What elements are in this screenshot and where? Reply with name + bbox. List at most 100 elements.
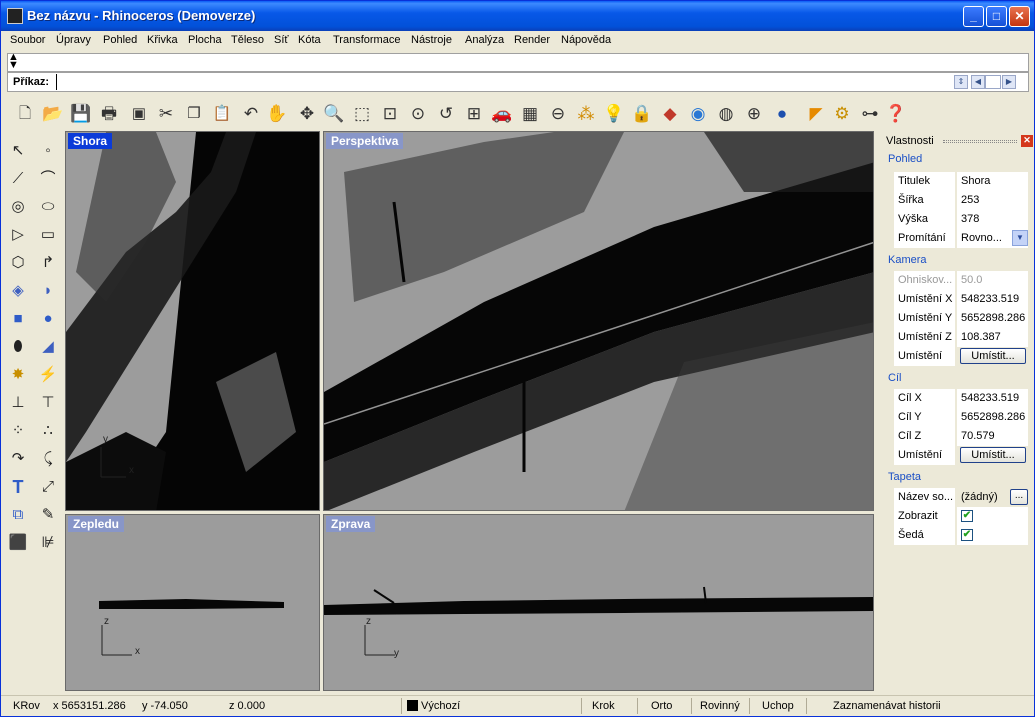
- print-icon[interactable]: 🖶: [97, 102, 121, 126]
- cylinder-icon[interactable]: ⬮: [6, 335, 30, 359]
- render-icon[interactable]: ●: [770, 102, 794, 126]
- scale-icon[interactable]: ⤹: [36, 447, 60, 471]
- prop-value-target-y[interactable]: 5652898.286: [957, 408, 1028, 427]
- status-layer[interactable]: Výchozí: [421, 700, 460, 712]
- surface-icon[interactable]: ◈: [6, 279, 30, 303]
- prop-value-camera-x[interactable]: 548233.519: [957, 290, 1028, 309]
- prop-value-width[interactable]: 253: [957, 191, 1028, 210]
- prop-value-height[interactable]: 378: [957, 210, 1028, 229]
- section-target[interactable]: Cíl: [888, 372, 901, 384]
- zoom-window-icon[interactable]: ⬚: [350, 102, 374, 126]
- menu-upravy[interactable]: Úpravy: [56, 34, 91, 46]
- fillet-icon[interactable]: ↱: [36, 251, 60, 275]
- copy-icon[interactable]: ❐: [182, 102, 206, 126]
- light-icon[interactable]: 💡: [602, 102, 626, 126]
- polygon-icon[interactable]: ⬡: [6, 251, 30, 275]
- split-icon[interactable]: ⊥: [6, 391, 30, 415]
- command-scroll-thumb[interactable]: [985, 75, 1001, 89]
- trim-icon[interactable]: ⚡: [36, 363, 60, 387]
- new-file-icon[interactable]: 🗋: [13, 102, 37, 126]
- arc-icon[interactable]: ▷: [6, 223, 30, 247]
- menu-napoveda[interactable]: Nápověda: [561, 34, 611, 46]
- menu-krivka[interactable]: Křivka: [147, 34, 178, 46]
- status-snap[interactable]: Krok: [592, 700, 615, 712]
- viewport-top[interactable]: Shora x y: [65, 131, 320, 511]
- layer-color-swatch[interactable]: [407, 700, 418, 711]
- gear-icon[interactable]: ⚙: [830, 102, 854, 126]
- viewport-perspective[interactable]: Perspektiva: [323, 131, 874, 511]
- solid-box-icon[interactable]: ⬛: [6, 531, 30, 555]
- edit-icon[interactable]: ✎: [36, 503, 60, 527]
- command-history[interactable]: ▲ ▼: [7, 52, 1029, 72]
- lock-icon[interactable]: 🔒: [630, 102, 654, 126]
- undo-view-icon[interactable]: ↺: [434, 102, 458, 126]
- group-icon[interactable]: ⁘: [6, 419, 30, 443]
- cut-icon[interactable]: ✂: [154, 102, 178, 126]
- prop-value-camera-z[interactable]: 108.387: [957, 328, 1028, 347]
- command-input[interactable]: [56, 74, 951, 90]
- block-icon[interactable]: ⧉: [6, 503, 30, 527]
- viewport-right[interactable]: Zprava y z: [323, 514, 874, 691]
- maximize-button[interactable]: □: [986, 6, 1007, 27]
- menu-render[interactable]: Render: [514, 34, 550, 46]
- paste-icon[interactable]: 📋: [210, 102, 234, 126]
- menu-plocha[interactable]: Plocha: [188, 34, 222, 46]
- section-camera[interactable]: Kamera: [888, 254, 927, 266]
- chevron-down-icon[interactable]: ▼: [1012, 230, 1028, 246]
- rectangle-icon[interactable]: ▭: [36, 223, 60, 247]
- menu-sit[interactable]: Síť: [274, 34, 289, 46]
- title-bar[interactable]: Bez názvu - Rhinoceros (Demoverze) _ □ ✕: [1, 1, 1034, 31]
- panel-grip[interactable]: [943, 140, 1017, 143]
- zoom-extents-icon[interactable]: ⊡: [378, 102, 402, 126]
- rotate-icon[interactable]: ↷: [6, 447, 30, 471]
- help-icon[interactable]: ❓: [884, 102, 908, 126]
- point-edit-icon[interactable]: ⁂: [574, 102, 598, 126]
- tree-icon[interactable]: ⊶: [858, 102, 882, 126]
- prop-value-target-x[interactable]: 548233.519: [957, 389, 1028, 408]
- status-ortho[interactable]: Orto: [651, 700, 672, 712]
- viewport-label-back[interactable]: Zepledu: [68, 516, 125, 532]
- history-scroll-down-icon[interactable]: ▼: [8, 60, 1028, 71]
- ellipse-icon[interactable]: ⬭: [36, 195, 60, 219]
- curve-icon[interactable]: ⌒: [36, 167, 60, 191]
- dimension-icon[interactable]: ⊯: [36, 531, 60, 555]
- command-spin-icon[interactable]: ⇕: [954, 75, 968, 89]
- properties-icon[interactable]: ▣: [127, 102, 151, 126]
- select-arrow-icon[interactable]: ↖: [6, 139, 30, 163]
- prop-value-camera-y[interactable]: 5652898.286: [957, 309, 1028, 328]
- menu-analyza[interactable]: Analýza: [465, 34, 504, 46]
- array-icon[interactable]: ∴: [36, 419, 60, 443]
- render-preview-icon[interactable]: ⊕: [742, 102, 766, 126]
- minimize-button[interactable]: _: [963, 6, 984, 27]
- undo-icon[interactable]: ↶: [239, 102, 263, 126]
- viewport-back[interactable]: Zepledu x z: [65, 514, 320, 691]
- place-target-button[interactable]: Umístit...: [960, 447, 1026, 463]
- loft-icon[interactable]: ◗: [36, 279, 60, 303]
- mesh-icon[interactable]: ◢: [36, 335, 60, 359]
- properties-close-icon[interactable]: ✕: [1021, 135, 1033, 147]
- move-icon[interactable]: ⤢: [36, 475, 60, 499]
- viewport-label-perspective[interactable]: Perspektiva: [326, 133, 404, 149]
- status-osnap[interactable]: Uchop: [762, 700, 794, 712]
- pan-icon[interactable]: ✋: [265, 102, 289, 126]
- boolean-icon[interactable]: ●: [36, 307, 60, 331]
- command-scroll-right-icon[interactable]: ▶: [1002, 75, 1016, 89]
- close-button[interactable]: ✕: [1009, 6, 1030, 27]
- save-icon[interactable]: 💾: [69, 102, 93, 126]
- grid-icon[interactable]: ▦: [518, 102, 542, 126]
- sphere-wire-icon[interactable]: ◍: [714, 102, 738, 126]
- command-scroll-left-icon[interactable]: ◀: [971, 75, 985, 89]
- zoom-selected-icon[interactable]: ⊙: [406, 102, 430, 126]
- text-icon[interactable]: T: [6, 475, 30, 499]
- viewport-label-top[interactable]: Shora: [68, 133, 113, 149]
- polyline-icon[interactable]: ⟋: [6, 167, 30, 191]
- menu-kota[interactable]: Kóta: [298, 34, 321, 46]
- menu-pohled[interactable]: Pohled: [103, 34, 137, 46]
- status-history[interactable]: Zaznamenávat historii: [833, 700, 941, 712]
- status-planar[interactable]: Rovinný: [700, 700, 740, 712]
- status-cplane[interactable]: KRov: [13, 700, 40, 712]
- point-icon[interactable]: ◦: [36, 139, 60, 163]
- rotate-view-icon[interactable]: ✥: [295, 102, 319, 126]
- open-file-icon[interactable]: 📂: [41, 102, 65, 126]
- car-icon[interactable]: 🚗: [490, 102, 514, 126]
